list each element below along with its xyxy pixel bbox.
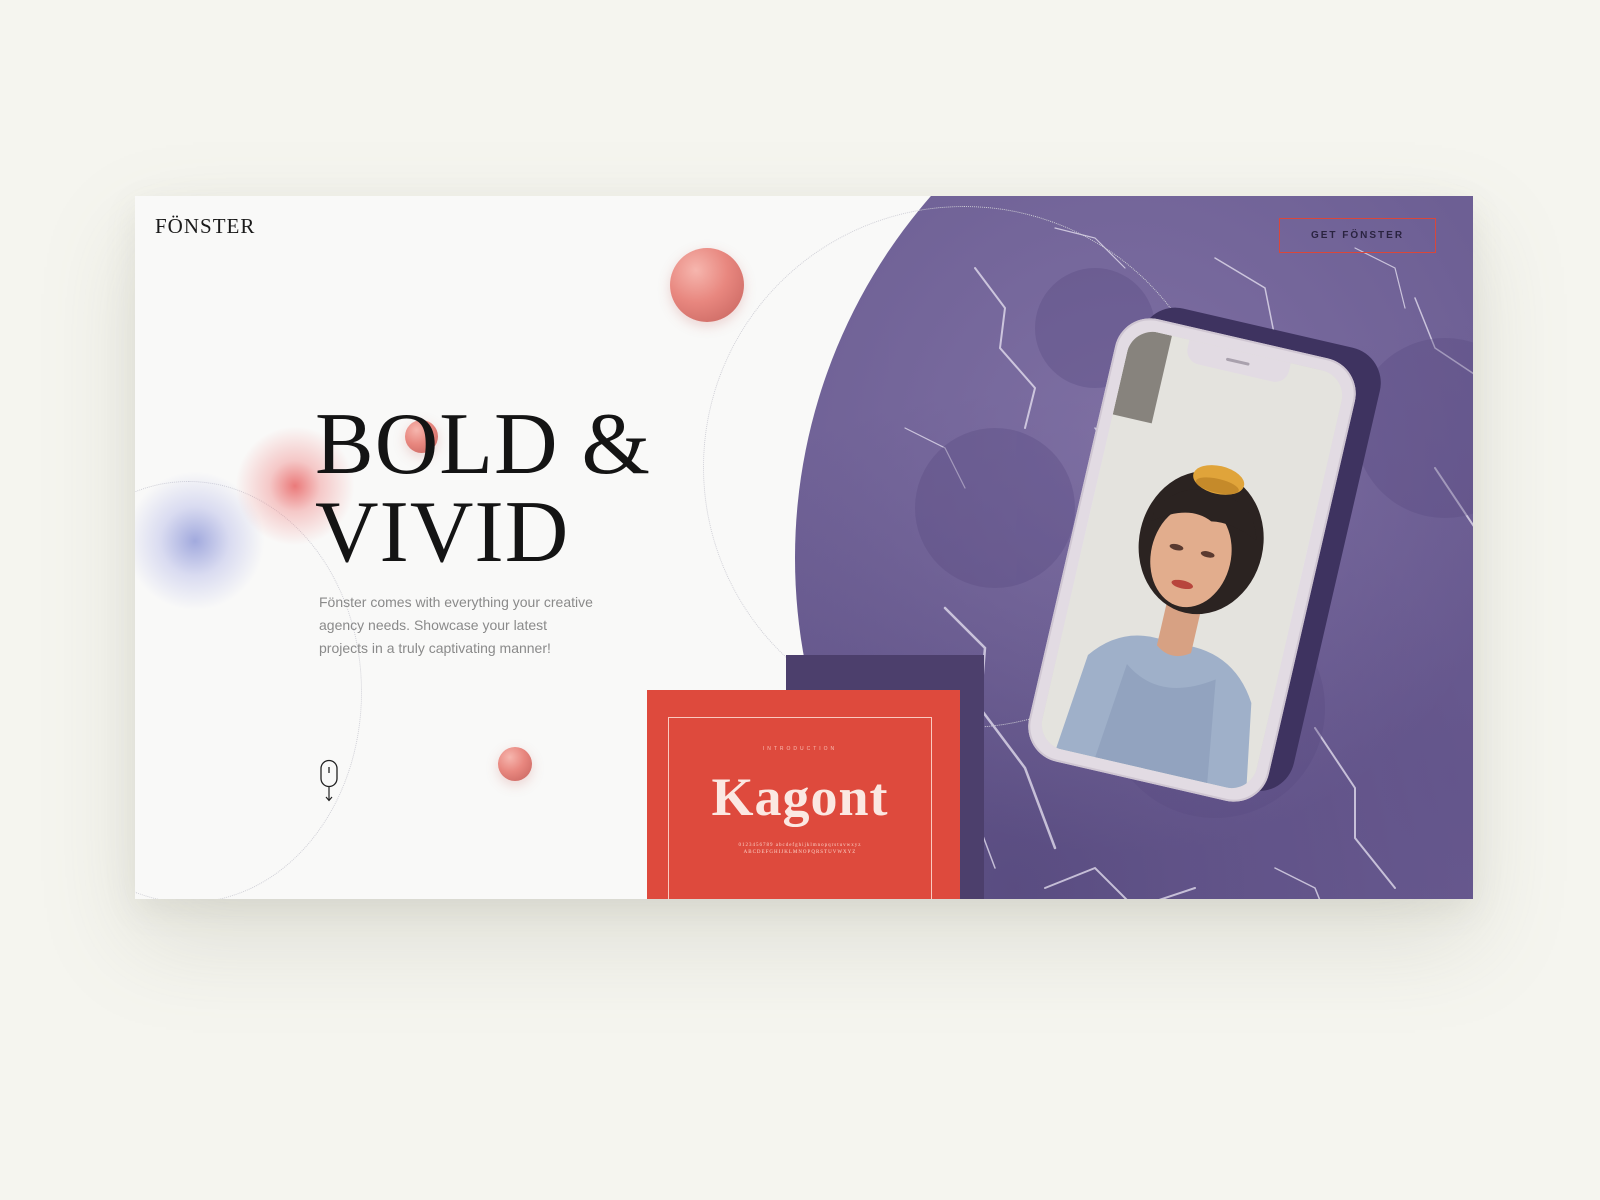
specimen-border: INTRODUCTION Kagont 0123456789 abcdefghi… <box>668 717 932 899</box>
hero-description: Fönster comes with everything your creat… <box>319 594 593 656</box>
specimen-title: Kagont <box>711 767 889 827</box>
specimen-charset: 0123456789 abcdefghijklmnopqrstuvwxyz AB… <box>669 842 931 856</box>
mouse-scroll-icon[interactable] <box>318 759 340 808</box>
brand-logo[interactable]: FÖNSTER <box>155 214 255 239</box>
phone-speaker <box>1225 357 1250 366</box>
orb-small-bottom <box>498 747 532 781</box>
specimen-eyebrow: INTRODUCTION <box>762 746 838 752</box>
get-fonster-button[interactable]: GET FÖNSTER <box>1279 218 1436 253</box>
font-specimen-card[interactable]: INTRODUCTION Kagont 0123456789 abcdefghi… <box>647 690 960 899</box>
hero-headline: BOLD & VIVID <box>315 401 651 577</box>
headline-line-2: VIVID <box>315 484 570 581</box>
headline-line-1: BOLD & <box>315 396 651 493</box>
specimen-charset-upper: ABCDEFGHIJKLMNOPQRSTUVWXYZ <box>743 850 857 855</box>
hero-frame: FÖNSTER GET FÖNSTER BOLD & VIVID Fönster… <box>135 196 1473 899</box>
orb-large <box>670 248 744 322</box>
specimen-charset-lower: 0123456789 abcdefghijklmnopqrstuvwxyz <box>738 843 862 848</box>
